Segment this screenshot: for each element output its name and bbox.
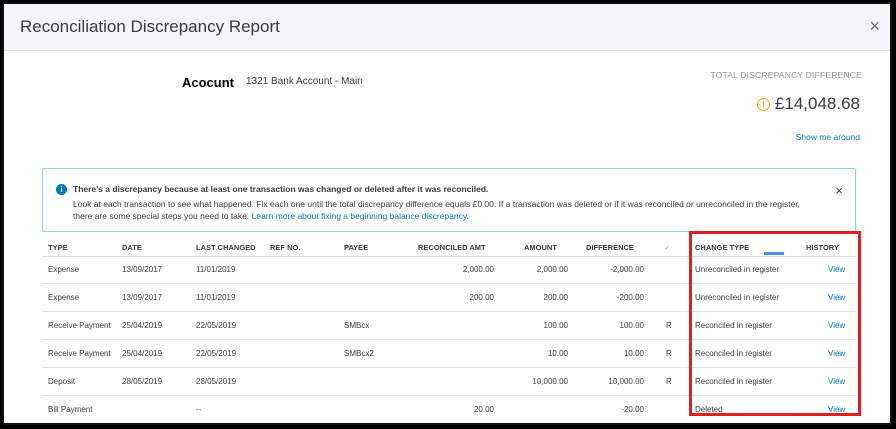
banner-body: Look at each transaction to see what hap… (73, 198, 813, 222)
cell-type: Receive Payment (48, 349, 111, 358)
col-check-icon: ✓ (664, 243, 671, 252)
learn-more-link[interactable]: Learn more about fixing a beginning bala… (252, 211, 467, 221)
cell-payee: SMBcx (344, 321, 370, 330)
banner-link-suffix: . (466, 211, 469, 221)
banner-body-line1: Look at each transaction to see what hap… (73, 199, 768, 209)
col-type[interactable]: TYPE (48, 243, 68, 252)
cell-difference: -20.00 (621, 405, 644, 414)
cell-last-changed: -- (196, 405, 202, 414)
reconciliation-dialog: Reconciliation Discrepancy Report × Acoc… (2, 2, 892, 425)
cell-type: Bill Payment (48, 405, 93, 414)
cell-date: 13/09/2017 (122, 293, 163, 302)
dialog-header: Reconciliation Discrepancy Report × (4, 4, 890, 51)
col-payee[interactable]: PAYEE (344, 243, 368, 252)
cell-payee: SMBcx2 (344, 349, 374, 358)
account-label: Acocunt (182, 75, 234, 90)
total-discrepancy-amount: ! £14,048.68 (756, 94, 860, 114)
cell-difference: 10.00 (623, 349, 644, 358)
col-ref-no[interactable]: REF NO. (270, 243, 300, 252)
cell-last-changed: 22/05/2019 (196, 321, 237, 330)
info-icon: i (56, 184, 67, 195)
cell-date: 28/05/2019 (122, 377, 163, 386)
col-reconciled-amt[interactable]: RECONCILED AMT (418, 243, 486, 252)
col-last-changed[interactable]: LAST CHANGED (196, 243, 256, 252)
cell-type: Deposit (48, 377, 76, 386)
banner-title: There's a discrepancy because at least o… (73, 184, 489, 194)
cell-last-changed: 28/05/2019 (196, 377, 237, 386)
cell-reconciled-amt: 20.00 (473, 405, 494, 414)
cell-type: Receive Payment (48, 321, 111, 330)
show-me-around-link[interactable]: Show me around (796, 132, 860, 142)
cell-amount: 2,000.00 (536, 265, 568, 274)
cell-status: R (666, 321, 672, 330)
cell-last-changed: 11/01/2019 (196, 265, 236, 274)
dialog-title: Reconciliation Discrepancy Report (20, 17, 280, 36)
cell-reconciled-amt: 2,000.00 (462, 265, 494, 274)
cell-date: 25/04/2019 (122, 349, 163, 358)
cell-last-changed: 22/05/2019 (196, 349, 237, 358)
cell-type: Expense (48, 265, 80, 274)
cell-reconciled-amt: 200.00 (469, 293, 494, 302)
cell-difference: -200.00 (616, 293, 644, 302)
cell-date: 13/09/2017 (122, 265, 163, 274)
account-value: 1321 Bank Account - Main (246, 76, 363, 87)
discrepancy-amount-value: £14,048.68 (774, 94, 860, 113)
cell-status: R (666, 377, 672, 386)
cell-amount: 10.00 (547, 349, 568, 358)
cell-date: 25/04/2019 (122, 321, 163, 330)
cell-difference: 10,000.00 (608, 377, 644, 386)
close-icon[interactable]: × (869, 16, 880, 37)
cell-amount: 200.00 (543, 293, 568, 302)
warning-icon: ! (756, 98, 770, 111)
highlight-box (689, 231, 861, 416)
cell-type: Expense (48, 293, 80, 302)
discrepancy-banner: i There's a discrepancy because at least… (42, 168, 856, 232)
cell-last-changed: 11/01/2019 (196, 293, 236, 302)
col-difference[interactable]: DIFFERENCE (586, 243, 634, 252)
cell-status: R (666, 349, 672, 358)
cell-difference: -2,000.00 (610, 265, 644, 274)
cell-difference: 100.00 (619, 321, 644, 330)
banner-close-icon[interactable]: × (835, 183, 843, 198)
col-date[interactable]: DATE (122, 243, 142, 252)
cell-amount: 100.00 (543, 321, 568, 330)
total-discrepancy-label: TOTAL DISCREPANCY DIFFERENCE (710, 70, 862, 80)
col-amount[interactable]: AMOUNT (524, 243, 557, 252)
cell-amount: 10,000.00 (532, 377, 568, 386)
